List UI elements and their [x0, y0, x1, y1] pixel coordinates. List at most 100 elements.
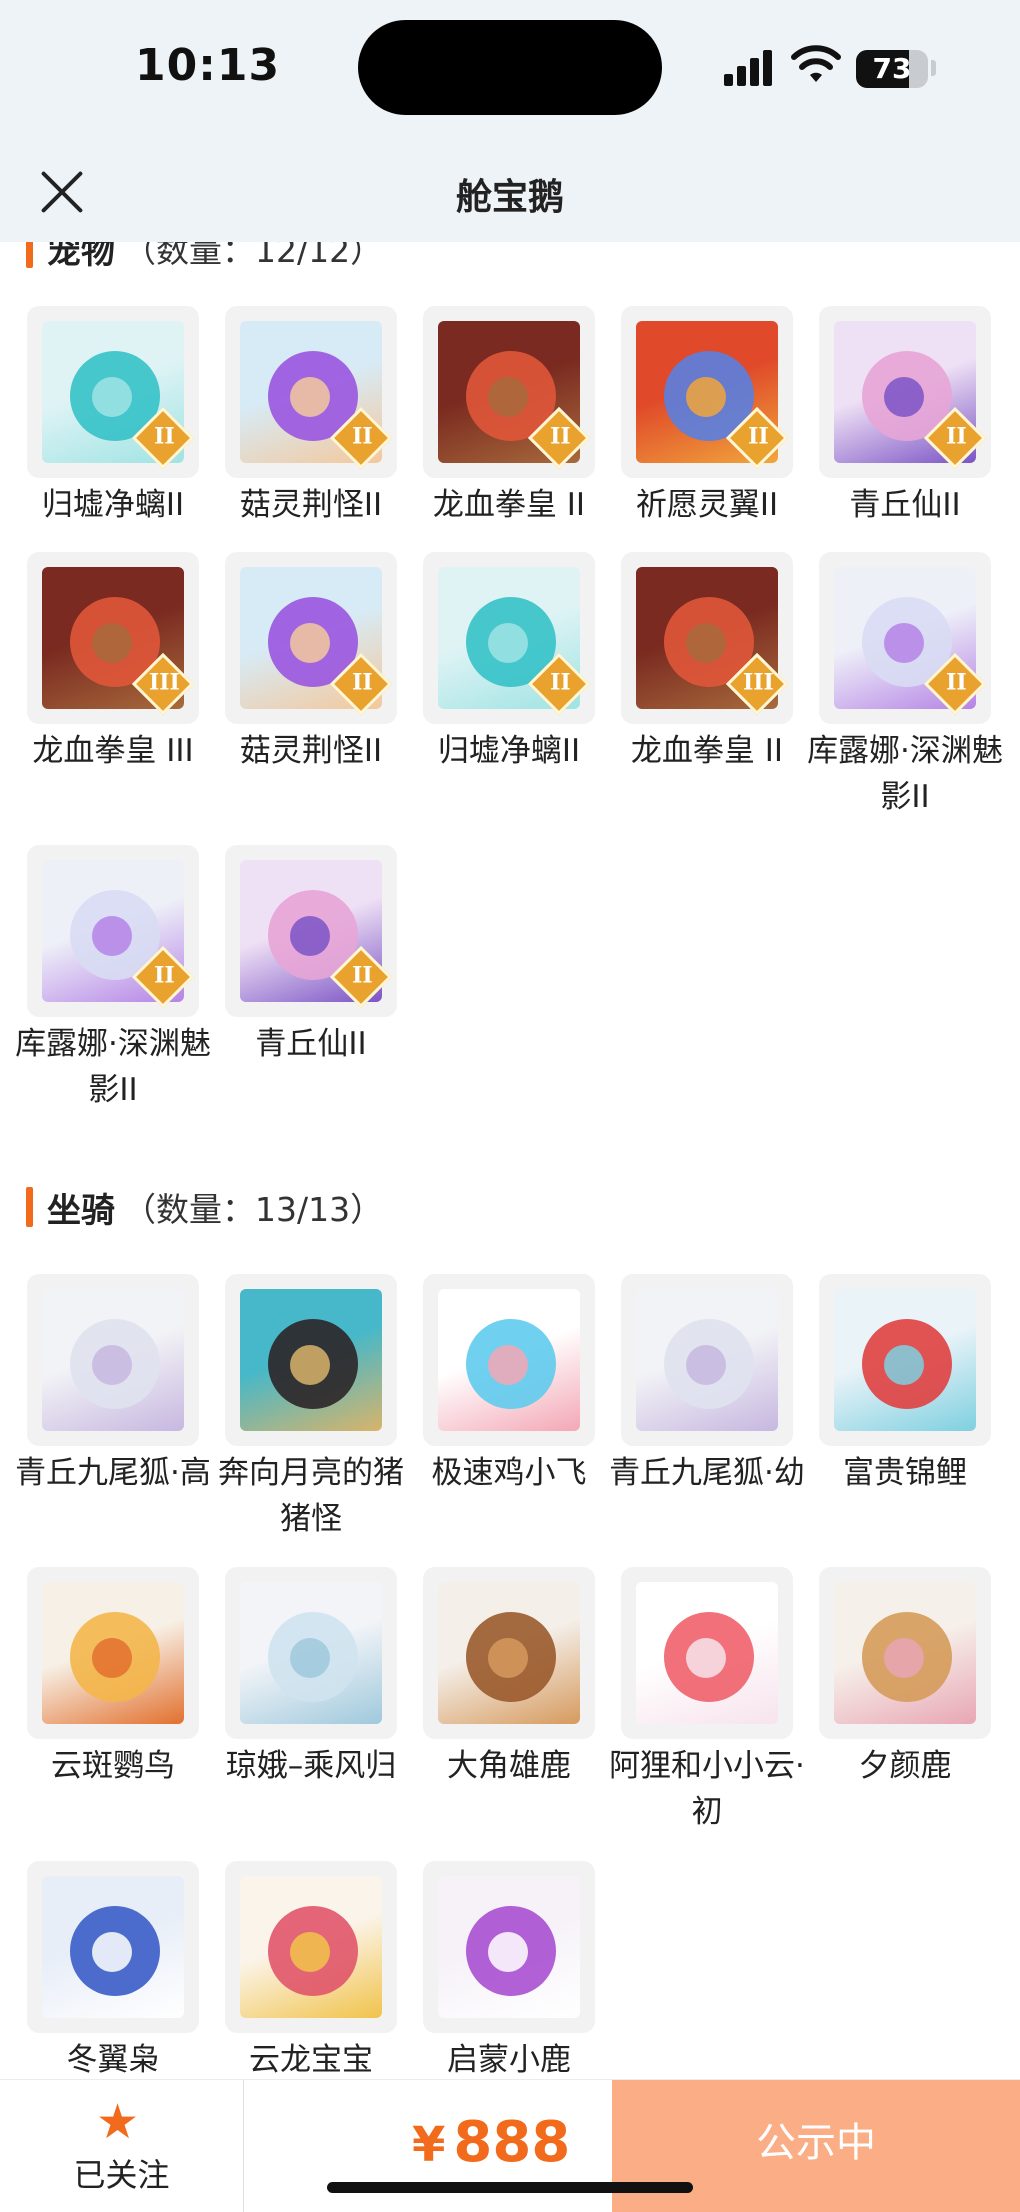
pet-item[interactable]: II 祈愿灵翼II: [621, 306, 793, 528]
pet-item[interactable]: III 龙血拳皇 III: [27, 552, 199, 774]
mount-name: 阿狸和小小云·初: [609, 1748, 805, 1830]
pet-name: 青丘仙II: [849, 487, 961, 523]
page-title: 舱宝鹅: [455, 177, 564, 218]
pet-thumbnail[interactable]: II: [423, 552, 595, 724]
wifi-icon: [791, 45, 841, 82]
pet-thumbnail[interactable]: II: [225, 845, 397, 1017]
pet-thumbnail[interactable]: II: [225, 552, 397, 724]
pet-item[interactable]: II 库露娜·深渊魅影II: [15, 845, 211, 1113]
tier-badge-label: II: [550, 669, 571, 696]
pet-thumbnail[interactable]: II: [27, 845, 199, 1017]
pet-item[interactable]: II 归墟净螭II: [27, 306, 199, 528]
mount-name: 大角雄鹿: [447, 1748, 571, 1784]
mount-item[interactable]: 大角雄鹿: [423, 1567, 595, 1789]
battery-icon: 73: [856, 50, 928, 88]
mount-thumbnail[interactable]: [225, 1274, 397, 1446]
tier-badge-label: II: [352, 962, 373, 989]
pet-item[interactable]: II 龙血拳皇 II: [423, 306, 595, 528]
pet-item[interactable]: II 青丘仙II: [225, 845, 397, 1067]
mount-item[interactable]: 极速鸡小飞: [423, 1274, 595, 1496]
mount-thumbnail[interactable]: [819, 1567, 991, 1739]
mount-item[interactable]: 青丘九尾狐·高: [15, 1274, 211, 1496]
koi-fish-icon: [834, 1289, 976, 1431]
mount-thumbnail[interactable]: [423, 1861, 595, 2033]
pet-thumbnail[interactable]: II: [819, 552, 991, 724]
tier-badge-label: II: [946, 669, 967, 696]
items-grid: II 归墟净螭II II 菇灵荆怪II II 龙血拳皇 II II 祈愿灵翼II II 青丘仙II…: [0, 0, 1020, 2211]
stag-icon: [438, 1582, 580, 1724]
mount-name: 极速鸡小飞: [431, 1455, 587, 1491]
pet-name: 归墟净螭II: [41, 487, 185, 523]
pet-item[interactable]: III 龙血拳皇 II: [621, 552, 793, 774]
mount-name: 青丘九尾狐·幼: [609, 1455, 805, 1491]
mount-thumbnail[interactable]: [819, 1274, 991, 1446]
pet-name: 祈愿灵翼II: [635, 487, 779, 523]
top-header: 10:13 73 舱宝鹅: [0, 0, 1020, 242]
mount-name: 青丘九尾狐·高: [15, 1455, 211, 1491]
pet-name: 菇灵荆怪II: [239, 487, 383, 523]
mount-item[interactable]: 启蒙小鹿: [423, 1861, 595, 2083]
mount-item[interactable]: 青丘九尾狐·幼: [609, 1274, 805, 1496]
dynamic-island: [358, 20, 662, 115]
mount-name: 启蒙小鹿: [447, 2042, 571, 2078]
mount-item[interactable]: 云斑鹦鸟: [27, 1567, 199, 1789]
pet-item[interactable]: II 菇灵荆怪II: [225, 552, 397, 774]
tier-badge-label: III: [742, 669, 774, 696]
mount-name: 富贵锦鲤: [843, 1455, 967, 1491]
black-pig-icon: [240, 1289, 382, 1431]
pet-item[interactable]: II 库露娜·深渊魅影II: [807, 552, 1003, 820]
mount-name: 云龙宝宝: [249, 2042, 373, 2078]
mount-item[interactable]: 夕颜鹿: [819, 1567, 991, 1789]
tier-badge-label: III: [148, 669, 180, 696]
mount-thumbnail[interactable]: [225, 1861, 397, 2033]
price-currency: ¥: [412, 2117, 446, 2173]
pet-item[interactable]: II 青丘仙II: [819, 306, 991, 528]
pet-item[interactable]: II 菇灵荆怪II: [225, 306, 397, 528]
mount-item[interactable]: 冬翼枭: [27, 1861, 199, 2083]
cloud-dragon-icon: [240, 1876, 382, 2018]
mount-item[interactable]: 阿狸和小小云·初: [609, 1567, 805, 1835]
blue-chick-icon: [438, 1289, 580, 1431]
mount-thumbnail[interactable]: [27, 1567, 199, 1739]
tier-badge-label: II: [352, 669, 373, 696]
pet-thumbnail[interactable]: II: [27, 306, 199, 478]
mount-item[interactable]: 琼娥–乘风归: [225, 1567, 397, 1789]
pet-name: 归墟净螭II: [437, 733, 581, 769]
cellular-signal-icon: [724, 46, 776, 86]
tier-badge-label: II: [154, 962, 175, 989]
mount-thumbnail[interactable]: [225, 1567, 397, 1739]
mount-thumbnail[interactable]: [423, 1567, 595, 1739]
mount-item[interactable]: 云龙宝宝: [225, 1861, 397, 2083]
mount-name: 冬翼枭: [66, 2042, 160, 2078]
red-fox-cloud-icon: [636, 1582, 778, 1724]
pet-name: 龙血拳皇 III: [32, 733, 194, 769]
mount-thumbnail[interactable]: [27, 1274, 199, 1446]
pet-thumbnail[interactable]: III: [27, 552, 199, 724]
pet-thumbnail[interactable]: III: [621, 552, 793, 724]
pet-name: 青丘仙II: [255, 1026, 367, 1062]
battery-nub: [931, 60, 936, 76]
home-indicator: [327, 2182, 693, 2193]
mount-thumbnail[interactable]: [423, 1274, 595, 1446]
pet-name: 龙血拳皇 II: [432, 487, 586, 523]
golden-parrot-icon: [42, 1582, 184, 1724]
pet-thumbnail[interactable]: II: [225, 306, 397, 478]
price: ¥888: [412, 2110, 570, 2175]
mount-thumbnail[interactable]: [27, 1861, 199, 2033]
tier-badge-label: II: [352, 423, 373, 450]
pet-item[interactable]: II 归墟净螭II: [423, 552, 595, 774]
pet-thumbnail[interactable]: II: [423, 306, 595, 478]
tier-badge-label: II: [550, 423, 571, 450]
follow-button[interactable]: ★ 已关注: [0, 2080, 243, 2212]
pet-thumbnail[interactable]: II: [621, 306, 793, 478]
snow-owl-icon: [42, 1876, 184, 2018]
tier-badge-label: II: [946, 423, 967, 450]
tier-badge-label: II: [748, 423, 769, 450]
mount-name: 夕颜鹿: [858, 1748, 952, 1784]
mount-item[interactable]: 奔向月亮的猪猪怪: [218, 1274, 404, 1542]
mount-item[interactable]: 富贵锦鲤: [819, 1274, 991, 1496]
mount-thumbnail[interactable]: [621, 1274, 793, 1446]
mount-thumbnail[interactable]: [621, 1567, 793, 1739]
pet-thumbnail[interactable]: II: [819, 306, 991, 478]
mount-name: 奔向月亮的猪猪怪: [218, 1455, 404, 1537]
